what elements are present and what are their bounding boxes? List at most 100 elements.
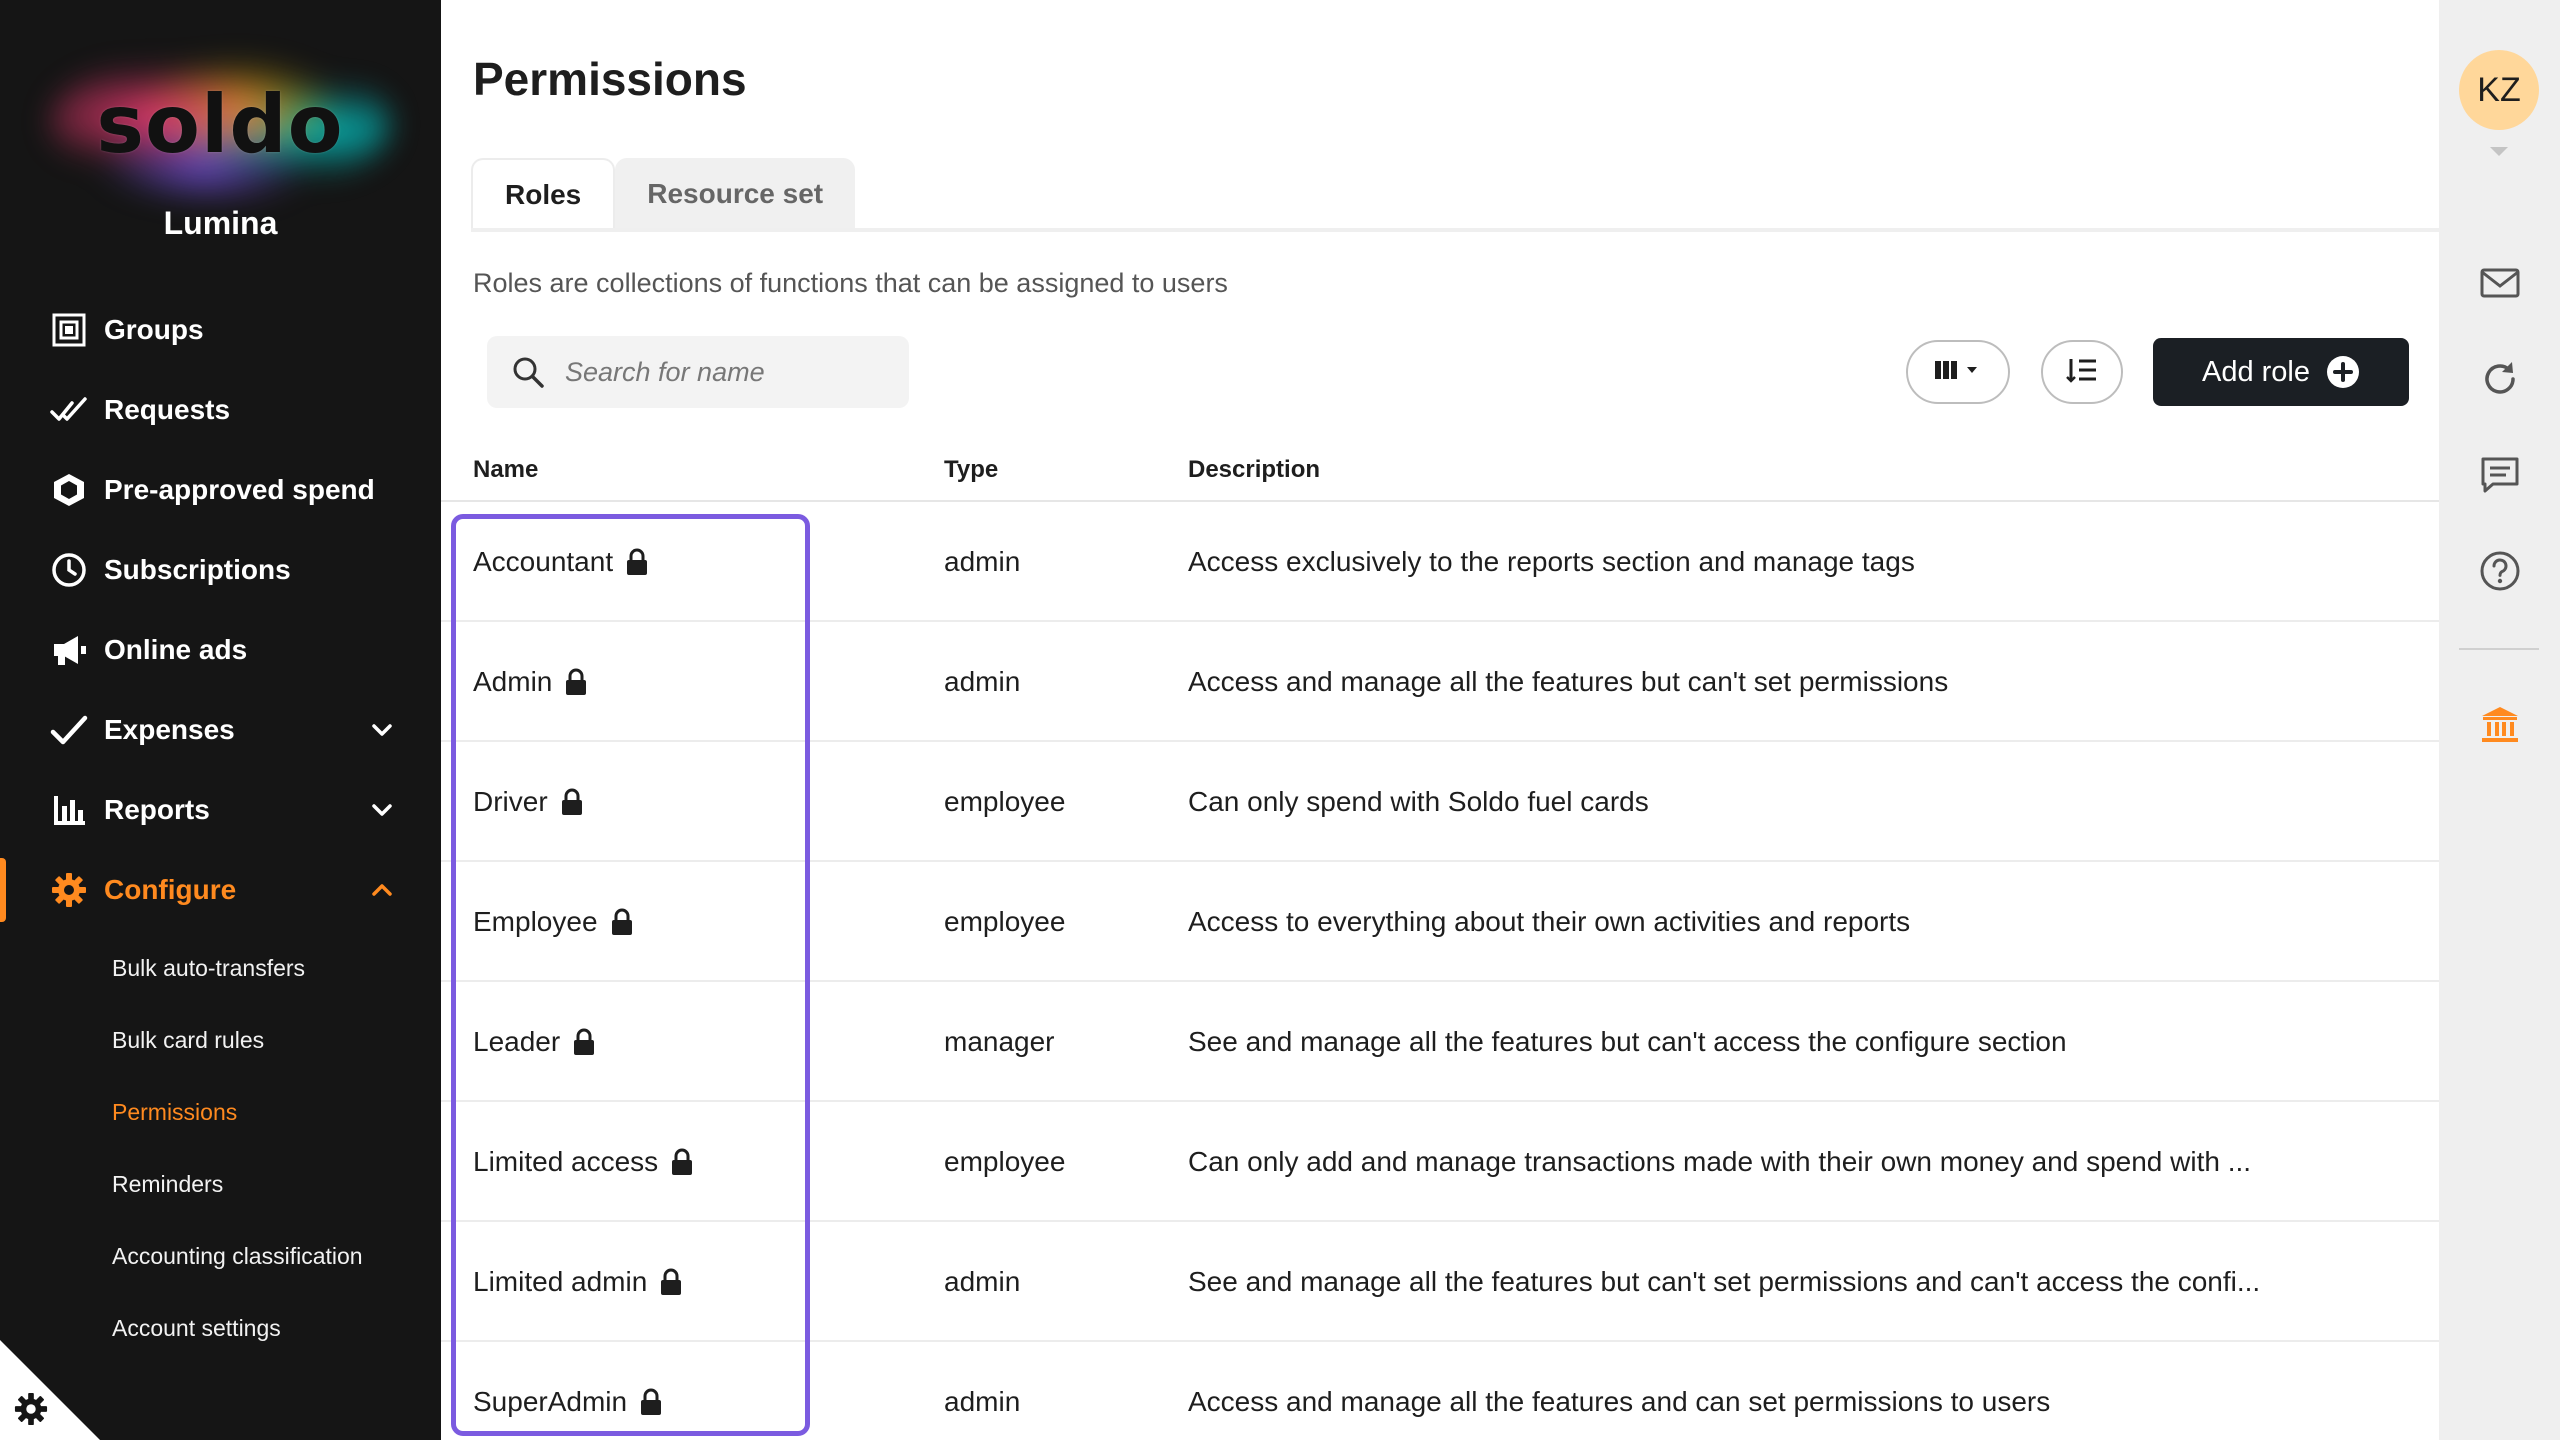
nav-label: Subscriptions <box>104 554 291 585</box>
table-row[interactable]: Driver employee Can only spend with Sold… <box>441 742 2439 862</box>
add-role-label: Add role <box>2201 355 2310 388</box>
table-row[interactable]: Limited admin admin See and manage all t… <box>441 1222 2439 1342</box>
header-name[interactable]: Name <box>473 456 538 484</box>
tab-roles[interactable]: Roles <box>471 158 616 230</box>
search-box[interactable] <box>487 336 909 408</box>
nav-item-online-ads[interactable]: Online ads <box>0 610 441 690</box>
chevron-up-icon[interactable] <box>368 876 396 904</box>
nav-label: Expenses <box>104 714 235 745</box>
role-name: Limited admin <box>473 1266 648 1297</box>
columns-button[interactable] <box>1906 340 2010 404</box>
roles-table: Name Type Description Accountant admin A… <box>441 440 2439 1440</box>
lock-icon <box>610 908 634 936</box>
megaphone-icon <box>50 631 88 669</box>
help-icon[interactable] <box>2479 550 2521 592</box>
role-name-cell[interactable]: Leader <box>473 982 596 1102</box>
role-name: Driver <box>473 786 548 817</box>
logo-text: soldo <box>96 78 344 171</box>
main-nav: Groups Requests Pre-approved spend Subsc… <box>0 290 441 1364</box>
clock-icon <box>50 551 88 589</box>
chevron-down-icon[interactable] <box>368 716 396 744</box>
nav-label: Reports <box>104 794 210 825</box>
role-name-cell[interactable]: Employee <box>473 862 634 982</box>
subnav-item-bulk-auto-transfers[interactable]: Bulk auto-transfers <box>0 932 441 1004</box>
subnav-item-permissions[interactable]: Permissions <box>0 1076 441 1148</box>
role-description: Can only add and manage transactions mad… <box>1188 1146 2252 1177</box>
page-title: Permissions <box>473 53 747 105</box>
role-description: Access exclusively to the reports sectio… <box>1188 546 1915 577</box>
columns-icon <box>1933 358 1983 387</box>
lock-icon <box>670 1148 694 1176</box>
role-name-cell[interactable]: Accountant <box>473 502 649 622</box>
sidebar: soldo Lumina Groups Requests Pre-approve… <box>0 0 441 1440</box>
tabs: Roles Resource set <box>471 158 856 230</box>
table-header: Name Type Description <box>441 440 2439 502</box>
header-type[interactable]: Type <box>944 456 998 484</box>
soldo-logo[interactable]: soldo <box>50 48 390 198</box>
lock-icon <box>564 668 588 696</box>
role-type: employee <box>944 786 1066 817</box>
nav-label: Pre-approved spend <box>104 474 375 505</box>
table-row[interactable]: Limited access employee Can only add and… <box>441 1102 2439 1222</box>
role-type: employee <box>944 1146 1066 1177</box>
nav-label: Configure <box>104 874 237 905</box>
role-description: See and manage all the features but can'… <box>1188 1266 2261 1297</box>
table-row[interactable]: Leader manager See and manage all the fe… <box>441 982 2439 1102</box>
role-type: admin <box>944 1266 1021 1297</box>
chevron-down-icon[interactable] <box>368 796 396 824</box>
sidebar-footer <box>0 1340 110 1440</box>
role-name: Leader <box>473 1026 561 1057</box>
settings-gear-icon[interactable] <box>14 1392 48 1426</box>
page-subtitle: Roles are collections of functions that … <box>473 268 1228 298</box>
role-name-cell[interactable]: Limited access <box>473 1102 694 1222</box>
nav-item-groups[interactable]: Groups <box>0 290 441 370</box>
role-type: admin <box>944 546 1021 577</box>
mail-icon[interactable] <box>2479 262 2521 304</box>
avatar-caret-icon[interactable] <box>2490 147 2508 156</box>
right-rail: KZ <box>2439 0 2560 1440</box>
nav-item-pre-approved-spend[interactable]: Pre-approved spend <box>0 450 441 530</box>
user-avatar[interactable]: KZ <box>2459 50 2539 130</box>
table-row[interactable]: Accountant admin Access exclusively to t… <box>441 502 2439 622</box>
nav-label: Groups <box>104 314 204 345</box>
sort-button[interactable] <box>2041 340 2123 404</box>
subnav-item-reminders[interactable]: Reminders <box>0 1148 441 1220</box>
role-name: Employee <box>473 906 598 937</box>
sort-list-icon <box>2066 356 2098 389</box>
role-type: admin <box>944 666 1021 697</box>
role-description: See and manage all the features but can'… <box>1188 1026 2067 1057</box>
role-name-cell[interactable]: Driver <box>473 742 584 862</box>
gear-icon <box>50 871 88 909</box>
role-type: employee <box>944 906 1066 937</box>
pre-approved-icon <box>50 471 88 509</box>
nav-item-configure[interactable]: Configure <box>0 850 441 930</box>
tab-resource-set[interactable]: Resource set <box>615 158 856 230</box>
search-input[interactable] <box>565 356 895 388</box>
subnav-item-accounting-classification[interactable]: Accounting classification <box>0 1220 441 1292</box>
requests-icon <box>50 391 88 429</box>
rail-divider <box>2459 648 2539 650</box>
nav-item-requests[interactable]: Requests <box>0 370 441 450</box>
nav-item-reports[interactable]: Reports <box>0 770 441 850</box>
table-row[interactable]: Admin admin Access and manage all the fe… <box>441 622 2439 742</box>
bank-icon[interactable] <box>2479 704 2521 746</box>
nav-item-expenses[interactable]: Expenses <box>0 690 441 770</box>
lock-icon <box>560 788 584 816</box>
configure-subnav: Bulk auto-transfers Bulk card rules Perm… <box>0 932 441 1364</box>
refresh-icon[interactable] <box>2479 358 2521 400</box>
nav-label: Requests <box>104 394 231 425</box>
role-name-cell[interactable]: Limited admin <box>473 1222 683 1342</box>
role-name: Accountant <box>473 546 614 577</box>
main-content: Permissions Roles Resource set Roles are… <box>441 0 2439 1440</box>
nav-item-subscriptions[interactable]: Subscriptions <box>0 530 441 610</box>
table-row[interactable]: SuperAdmin admin Access and manage all t… <box>441 1342 2439 1440</box>
role-name-cell[interactable]: SuperAdmin <box>473 1342 663 1440</box>
add-role-button[interactable]: Add role <box>2153 338 2409 406</box>
table-row[interactable]: Employee employee Access to everything a… <box>441 862 2439 982</box>
lock-icon <box>572 1028 596 1056</box>
subnav-item-bulk-card-rules[interactable]: Bulk card rules <box>0 1004 441 1076</box>
role-description: Access and manage all the features and c… <box>1188 1386 2051 1417</box>
role-description: Access to everything about their own act… <box>1188 906 1911 937</box>
chat-icon[interactable] <box>2479 454 2521 496</box>
role-name-cell[interactable]: Admin <box>473 622 588 742</box>
